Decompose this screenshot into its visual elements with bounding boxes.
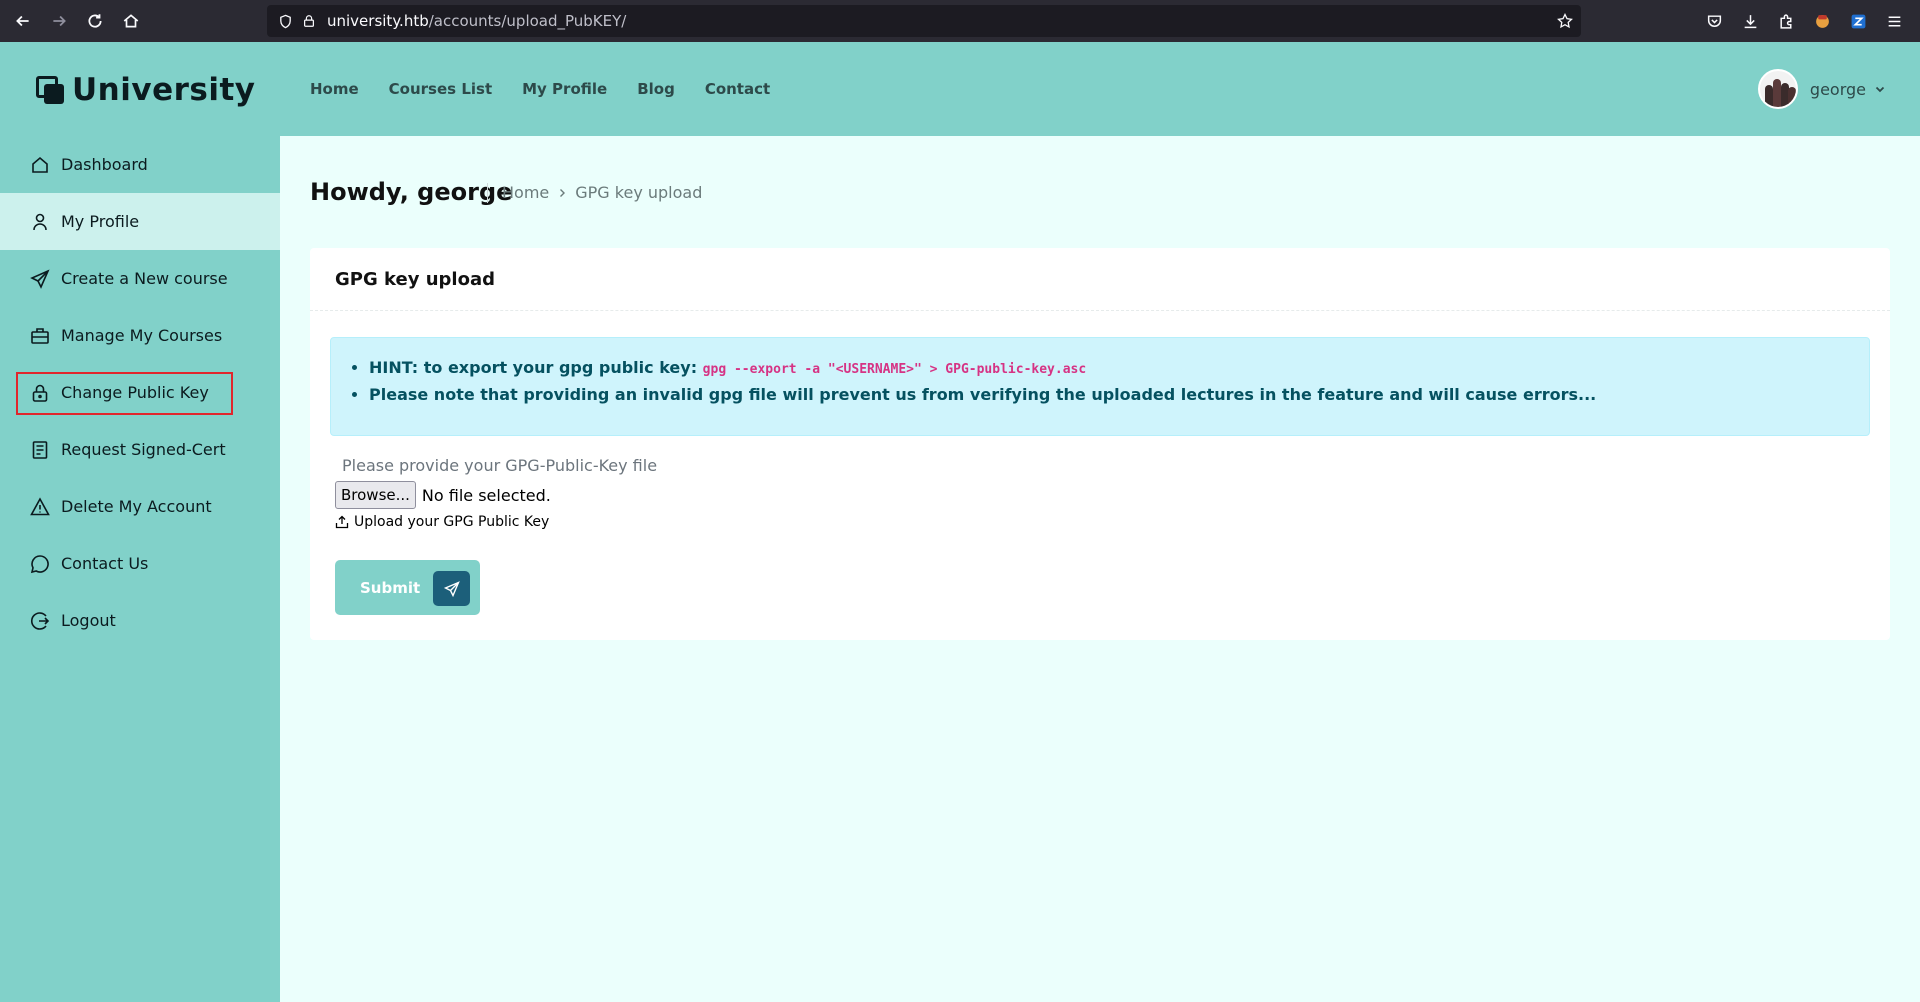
sidebar-item-label: Logout [61, 611, 116, 630]
extensions-icon[interactable] [1768, 3, 1804, 39]
title-divider [487, 183, 488, 203]
document-icon [32, 440, 48, 459]
browser-toolbar: university.htb/accounts/upload_PubKEY/ [0, 0, 1920, 42]
upload-hint-text: Upload your GPG Public Key [354, 514, 550, 530]
chevron-down-icon [1875, 86, 1885, 93]
sidebar-item-delete-account[interactable]: Delete My Account [0, 478, 280, 535]
submit-button[interactable]: Submit [335, 560, 480, 615]
browse-button[interactable]: Browse... [335, 481, 416, 509]
sidebar-item-label: Dashboard [61, 155, 148, 174]
sidebar-item-dashboard[interactable]: Dashboard [0, 136, 280, 193]
pocket-icon[interactable] [1696, 3, 1732, 39]
sidebar-item-change-public-key[interactable]: Change Public Key [0, 364, 280, 421]
briefcase-icon [31, 327, 49, 344]
menu-icon[interactable] [1876, 3, 1912, 39]
site-logo[interactable]: University [36, 72, 256, 108]
hint-alert: HINT: to export your gpg public key: gpg… [330, 337, 1870, 436]
extension-z-icon[interactable] [1840, 3, 1876, 39]
home-icon [32, 156, 48, 173]
top-nav: Home Courses List My Profile Blog Contac… [310, 80, 770, 98]
back-icon[interactable] [5, 3, 41, 39]
sidebar-item-create-course[interactable]: Create a New course [0, 250, 280, 307]
logout-icon [31, 611, 50, 630]
card-title: GPG key upload [335, 269, 495, 290]
sidebar-item-request-signed-cert[interactable]: Request Signed-Cert [0, 421, 280, 478]
file-input[interactable]: Browse... No file selected. [335, 481, 551, 509]
logo-mark-icon [36, 76, 64, 104]
user-icon [33, 213, 47, 230]
upload-card: GPG key upload HINT: to export your gpg … [310, 248, 1890, 640]
sidebar: Dashboard My Profile Create a New course… [0, 136, 280, 1002]
nav-home[interactable]: Home [310, 80, 359, 98]
card-divider [310, 310, 1890, 311]
logo-text: University [72, 72, 256, 108]
breadcrumb: Home GPG key upload [502, 183, 702, 202]
sidebar-item-manage-courses[interactable]: Manage My Courses [0, 307, 280, 364]
hint-command: gpg --export -a "<USERNAME>" > GPG-publi… [702, 362, 1087, 377]
sidebar-item-contact-us[interactable]: Contact Us [0, 535, 280, 592]
home-icon[interactable] [113, 3, 149, 39]
sidebar-item-label: Manage My Courses [61, 326, 223, 345]
nav-my-profile[interactable]: My Profile [522, 80, 607, 98]
user-name: george [1809, 79, 1866, 99]
url-host: university.htb [327, 12, 429, 30]
shield-icon[interactable] [277, 13, 293, 29]
nav-courses-list[interactable]: Courses List [389, 80, 492, 98]
send-icon [433, 571, 470, 606]
breadcrumb-current: GPG key upload [575, 183, 703, 202]
sidebar-item-logout[interactable]: Logout [0, 592, 280, 649]
hint-text: HINT: to export your gpg public key: [369, 358, 703, 377]
site-header: University Home Courses List My Profile … [0, 42, 1920, 136]
upload-icon [335, 515, 349, 529]
upload-hint: Upload your GPG Public Key [335, 514, 549, 530]
sidebar-item-label: Change Public Key [61, 383, 209, 402]
sidebar-item-my-profile[interactable]: My Profile [0, 193, 280, 250]
page-title: Howdy, george [310, 178, 513, 206]
nav-contact[interactable]: Contact [705, 80, 770, 98]
note-line: Please note that providing an invalid gp… [369, 385, 1596, 404]
foxyproxy-icon[interactable] [1804, 3, 1840, 39]
lock-icon[interactable] [301, 13, 317, 29]
sidebar-item-label: My Profile [61, 212, 140, 231]
sidebar-item-label: Request Signed-Cert [61, 440, 226, 459]
bookmark-star-icon[interactable] [1557, 12, 1573, 29]
nav-blog[interactable]: Blog [637, 80, 675, 98]
hint-line: HINT: to export your gpg public key: gpg… [369, 358, 1596, 379]
address-bar[interactable]: university.htb/accounts/upload_PubKEY/ [267, 5, 1581, 37]
url-path: /accounts/upload_PubKEY/ [428, 12, 627, 30]
reload-icon[interactable] [77, 3, 113, 39]
breadcrumb-home[interactable]: Home [502, 183, 549, 202]
forward-icon[interactable] [41, 3, 77, 39]
chat-icon [30, 554, 49, 573]
url-text[interactable]: university.htb/accounts/upload_PubKEY/ [327, 12, 626, 30]
downloads-icon[interactable] [1732, 3, 1768, 39]
warning-icon [30, 496, 50, 515]
chevron-right-icon [560, 188, 566, 197]
avatar [1757, 69, 1798, 109]
lock-icon [32, 384, 48, 402]
submit-label: Submit [360, 578, 421, 597]
sidebar-item-label: Create a New course [61, 269, 228, 288]
send-icon [30, 268, 50, 289]
file-status: No file selected. [421, 485, 551, 505]
sidebar-item-label: Delete My Account [61, 497, 212, 516]
sidebar-item-label: Contact Us [61, 554, 149, 573]
file-input-label: Please provide your GPG-Public-Key file [342, 456, 658, 475]
user-menu[interactable]: george [1757, 69, 1886, 109]
